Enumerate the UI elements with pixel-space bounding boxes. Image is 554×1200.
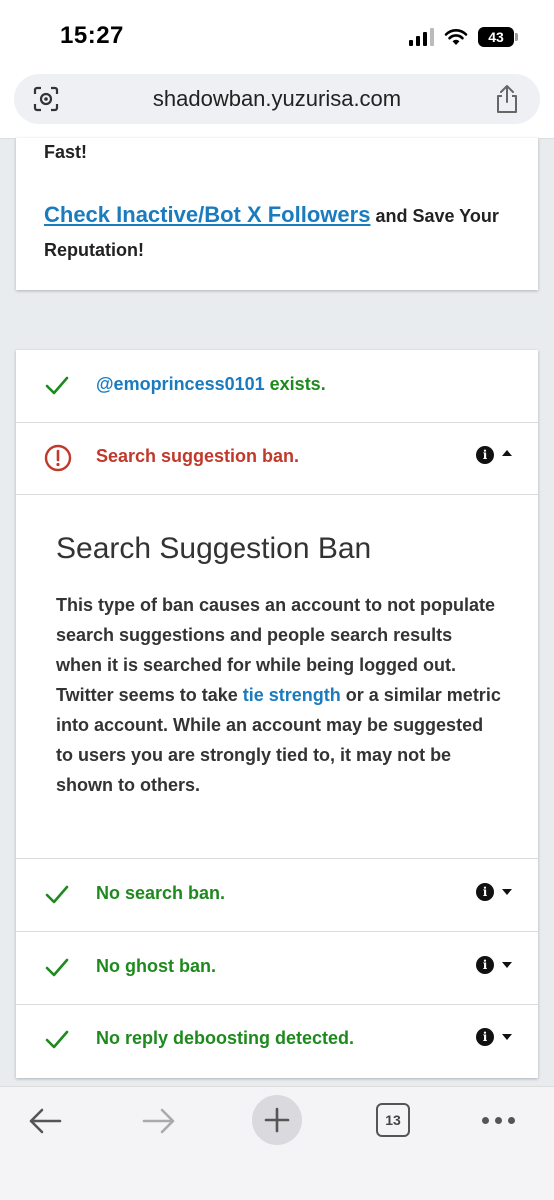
result-text-reply-deboost: No reply deboosting detected. [96, 1028, 355, 1048]
promo-card: Fast! Check Inactive/Bot X Followers and… [16, 138, 538, 290]
info-icon[interactable]: i [476, 1028, 494, 1046]
browser-address-area: shadowban.yuzurisa.com [0, 72, 554, 139]
caret-down-icon[interactable] [502, 889, 512, 895]
exists-suffix: exists. [264, 374, 326, 394]
result-row-search-ban[interactable]: No search ban. i [16, 859, 538, 932]
detail-body: This type of ban causes an account to no… [56, 590, 502, 800]
check-icon [45, 1030, 69, 1049]
caret-down-icon[interactable] [502, 962, 512, 968]
promo-text: Check Inactive/Bot X Followers and Save … [44, 198, 514, 267]
info-icon[interactable]: i [476, 883, 494, 901]
back-arrow-icon[interactable] [28, 1107, 62, 1135]
wifi-icon [444, 29, 468, 45]
status-icons: 43 [409, 24, 518, 50]
forward-arrow-icon[interactable] [142, 1107, 176, 1135]
result-row-exists: @emoprincess0101 exists. [16, 350, 538, 423]
info-icon[interactable]: i [476, 446, 494, 464]
status-time: 15:27 [60, 22, 124, 49]
result-text-ghost-ban: No ghost ban. [96, 956, 216, 976]
battery-icon: 43 [478, 27, 518, 47]
info-icon[interactable]: i [476, 956, 494, 974]
cellular-signal-icon [409, 28, 434, 46]
share-icon[interactable] [494, 84, 520, 114]
check-followers-link[interactable]: Check Inactive/Bot X Followers [44, 202, 370, 227]
result-text-exists: @emoprincess0101 exists. [96, 374, 326, 395]
result-row-reply-deboost[interactable]: No reply deboosting detected. i [16, 1004, 538, 1076]
check-icon [45, 885, 69, 904]
status-bar: 15:27 43 [0, 0, 554, 72]
new-tab-button[interactable] [252, 1095, 302, 1145]
check-icon [45, 376, 69, 395]
more-menu-icon[interactable] [482, 1117, 515, 1124]
results-card: @emoprincess0101 exists. Search suggesti… [16, 350, 538, 1078]
caret-down-icon[interactable] [502, 1034, 512, 1040]
promo-fast-text: Fast! [44, 142, 88, 162]
plus-icon [264, 1107, 290, 1133]
url-text[interactable]: shadowban.yuzurisa.com [14, 86, 540, 112]
address-bar[interactable]: shadowban.yuzurisa.com [14, 74, 540, 124]
suggestion-ban-detail-panel: Search Suggestion Ban This type of ban c… [16, 494, 538, 859]
result-text-suggestion-ban: Search suggestion ban. [96, 446, 300, 466]
username-link[interactable]: @emoprincess0101 [96, 374, 265, 394]
browser-toolbar: 13 [0, 1086, 554, 1200]
tab-switcher-button[interactable]: 13 [376, 1103, 410, 1137]
alert-circle-icon [44, 444, 72, 472]
detail-title: Search Suggestion Ban [56, 532, 372, 565]
result-row-suggestion-ban[interactable]: Search suggestion ban. i [16, 422, 538, 495]
caret-up-icon[interactable] [502, 450, 512, 456]
tie-strength-link[interactable]: tie strength [243, 685, 341, 705]
check-icon [45, 958, 69, 977]
result-row-ghost-ban[interactable]: No ghost ban. i [16, 932, 538, 1005]
result-text-search-ban: No search ban. [96, 883, 226, 903]
